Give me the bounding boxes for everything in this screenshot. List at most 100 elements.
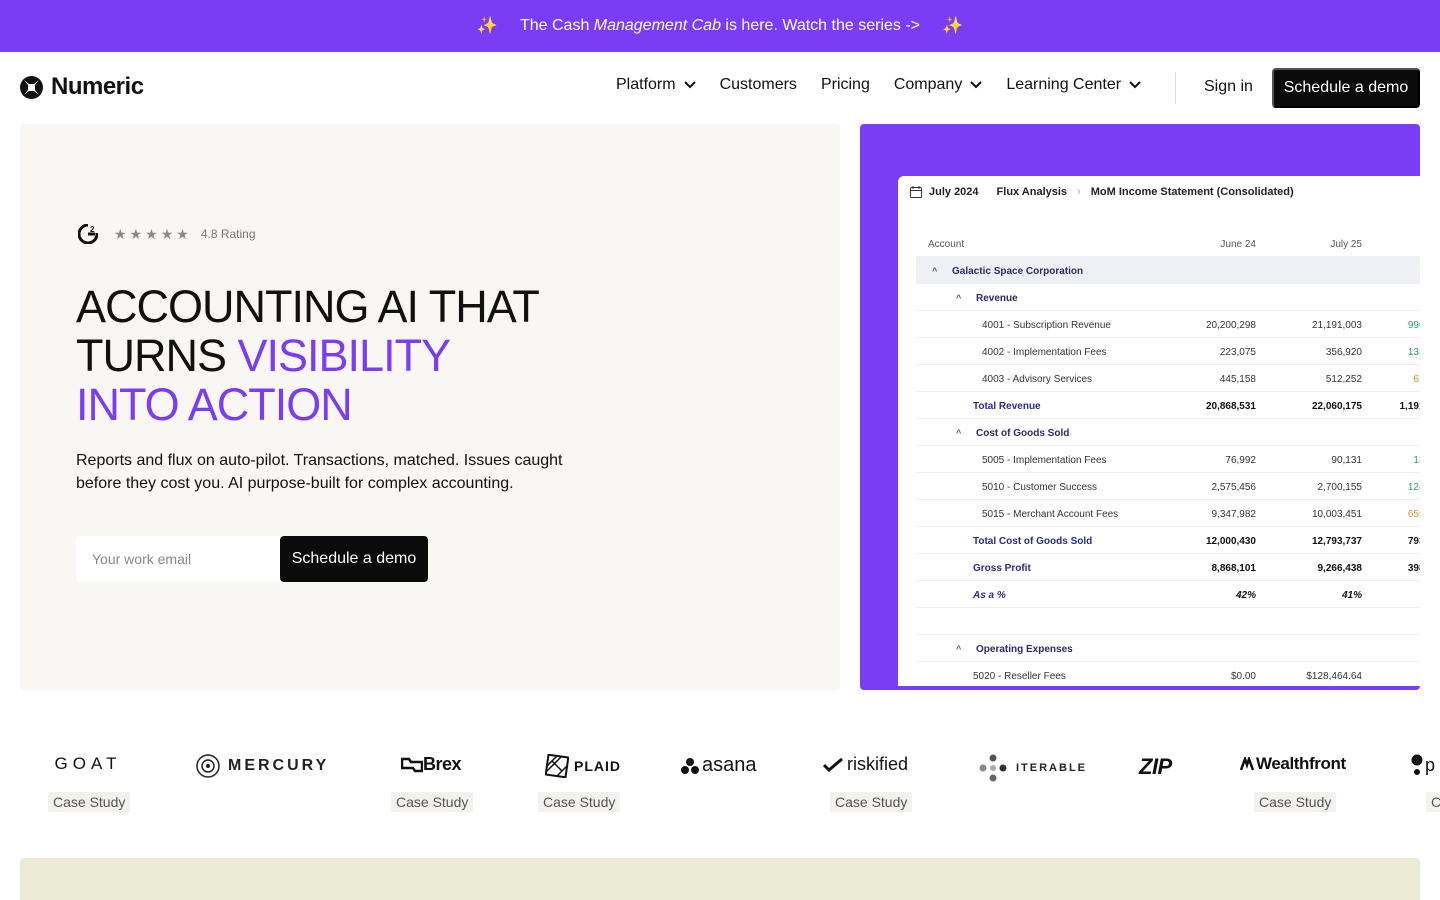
variance-value: 67,094 [1413,374,1420,385]
current-period-value: 2,700,155 [1317,482,1363,493]
column-header: July 25 [1330,239,1362,250]
next-section [20,858,1420,900]
case-study-badge[interactable]: Case Study [1254,792,1337,812]
riskified-logo-icon [823,757,843,772]
logo-iterable[interactable]: ITERABLE [979,754,1087,782]
hero-subhead: Reports and flux on auto-pilot. Transact… [76,452,563,492]
nav-item-pricing[interactable]: Pricing [821,76,870,94]
account-label: 5005 - Implementation Fees [982,455,1107,466]
nav-menu: Platform Customers Pricing Company Learn… [616,76,1165,94]
table-row: 4002 - Implementation Fees 223,075 356,920… [916,338,1420,365]
chevron-up-icon[interactable]: ^ [956,428,961,438]
current-period-value: 12,793,737 [1311,536,1362,547]
hero-section: 2 ★ ★ ★ ★ ★ 4.8 Rating ACCOUNTING AI THA… [20,124,840,690]
logo-text: asana [702,754,757,776]
partial-logo-icon [1411,754,1423,775]
logo-text: PLAID [574,758,621,774]
brand-name: Numeric [51,73,144,100]
current-period-value: 90,131 [1331,455,1362,466]
nav-item-platform[interactable]: Platform [616,76,696,94]
variance-value: 124,698 [1407,482,1420,493]
account-label: Operating Expenses [976,644,1073,655]
table-row: As a %42%41%0 [916,581,1420,608]
flux-analysis-panel: July 2024 Flux Analysis › MoM Income Sta… [898,176,1420,686]
case-study-badge[interactable]: Case Study [48,792,131,812]
logo-text: MERCURY [228,757,330,774]
flux-table: Account June 24 July 25 V ^ Galactic Spac… [916,230,1420,686]
chevron-down-icon [1129,81,1141,89]
logo-riskified[interactable]: riskified [823,754,908,775]
logo-wealthfront[interactable]: Wealthfront [1240,754,1346,774]
prior-period-value: 445,158 [1219,374,1256,385]
current-period-value: 512,252 [1325,374,1362,385]
rating-stars: ★ ★ ★ ★ ★ [114,226,189,243]
breadcrumb-flux-analysis[interactable]: Flux Analysis [997,186,1068,198]
chevron-up-icon[interactable]: ^ [956,293,961,303]
account-label: 5015 - Merchant Account Fees [982,509,1119,520]
logo-goat[interactable]: GOAT [55,754,118,774]
current-period-value: 10,003,451 [1311,509,1362,520]
table-row: 4001 - Subscription Revenue 20,200,298 21,… [916,311,1420,338]
section-row[interactable]: ^ Operating Expenses [916,635,1420,662]
work-email-input[interactable] [76,536,284,582]
headline-line-1: ACCOUNTING AI THAT [76,281,540,332]
table-row: 5010 - Customer Success 2,575,456 2,700,15… [916,473,1420,500]
section-row[interactable]: ^ Revenue [916,284,1420,311]
prior-period-value: 8,868,101 [1211,563,1257,574]
hero-schedule-demo-button[interactable]: Schedule a demo [280,536,428,582]
sparkle-icon: ✨ [942,16,964,35]
nav-divider [1175,72,1176,104]
logo-mercury[interactable]: MERCURY [196,754,329,778]
asana-logo-icon [681,757,699,774]
banner-text[interactable]: The Cash Management Cab is here. Watch t… [520,17,920,35]
account-label: Revenue [976,293,1018,304]
brand-logo[interactable]: Numeric [20,73,144,101]
nav-item-learning-center[interactable]: Learning Center [1006,76,1141,94]
variance-value: 655,469 [1407,509,1420,520]
prior-period-value: 20,868,531 [1205,401,1256,412]
logo-text: Wealthfront [1256,754,1346,773]
chevron-up-icon[interactable]: ^ [956,644,961,654]
logo-text: Brex [423,754,462,774]
group-row[interactable]: ^ Galactic Space Corporation [916,257,1420,284]
sparkle-icon: ✨ [476,16,498,35]
nav-label: Platform [616,76,676,93]
period-selector[interactable]: July 2024 [929,186,979,198]
logo-text: GOAT [54,754,122,773]
section-row[interactable]: ^ Cost of Goods Sold [916,419,1420,446]
variance-value: 793,307 [1407,536,1420,547]
nav-item-customers[interactable]: Customers [720,76,797,94]
account-label: Galactic Space Corporation [952,266,1084,277]
table-row: 5005 - Implementation Fees 76,992 90,131 13… [916,446,1420,473]
nav-label: Company [893,76,963,93]
account-label: 4002 - Implementation Fees [982,347,1107,358]
prior-period-value: 9,347,982 [1211,509,1257,520]
current-period-value: 9,266,438 [1317,563,1363,574]
case-study-badge[interactable]: C [1426,792,1440,812]
breadcrumb-separator-icon: › [1077,186,1081,198]
logo-brex[interactable]: Brex [401,754,462,775]
announcement-banner[interactable]: ✨ The Cash Management Cab is here. Watch… [0,0,1440,52]
customer-logos: GOAT Case Study MERCURY Brex Case Study … [0,740,1440,820]
sign-in-link[interactable]: Sign in [1204,78,1253,96]
case-study-badge[interactable]: Case Study [538,792,621,812]
case-study-badge[interactable]: Case Study [391,792,474,812]
headline-line-3: INTO ACTION [76,379,353,430]
brex-logo-icon [401,757,423,772]
nav-label: Customers [719,76,797,93]
schedule-demo-button[interactable]: Schedule a demo [1272,68,1420,108]
logo-text: p [1425,754,1436,775]
logo-zip[interactable]: ZIP [1139,754,1172,780]
case-study-badge[interactable]: Case Study [830,792,913,812]
account-label: Gross Profit [973,563,1031,574]
logo-partial[interactable]: p [1411,754,1435,776]
nav-item-company[interactable]: Company [893,76,983,94]
table-header: Account June 24 July 25 V [916,230,1420,257]
logo-asana[interactable]: asana [681,754,757,777]
logo-plaid[interactable]: PLAID [545,754,621,778]
chevron-down-icon [970,81,983,89]
table-row: 5020 - Reseller Fees $0.00 $128,464.64 [916,662,1420,686]
breadcrumb: July 2024 Flux Analysis › MoM Income Sta… [910,186,1294,198]
chevron-up-icon[interactable]: ^ [932,266,937,276]
column-header: June 24 [1220,239,1256,250]
